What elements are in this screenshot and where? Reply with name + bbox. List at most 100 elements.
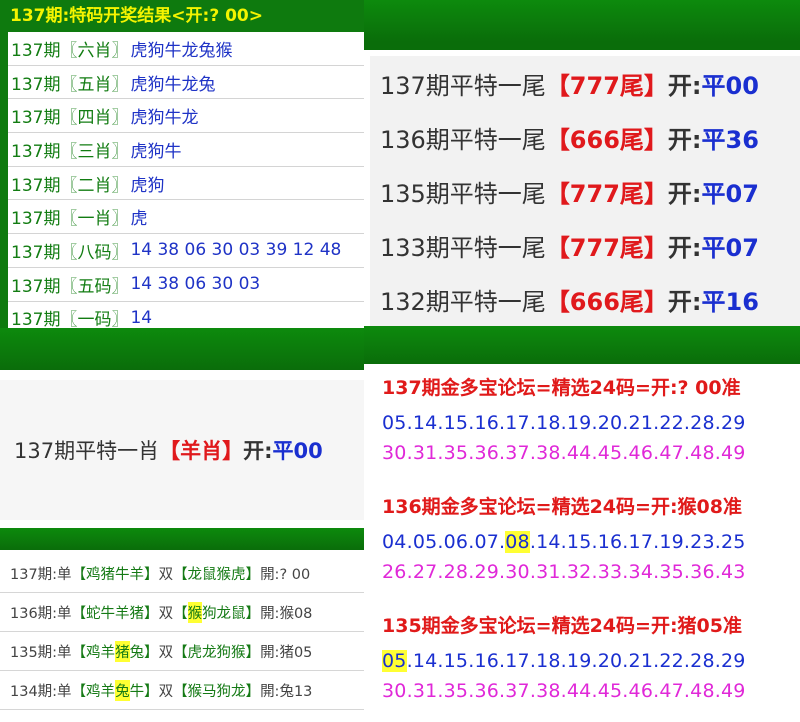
list-item: 137期〖六肖〗 虎狗牛龙兔猴 (8, 32, 364, 66)
result-label: 平16 (701, 287, 759, 316)
open-label: 开: (667, 179, 702, 208)
block-heading: 136期金多宝论坛=精选24码=开:猴08准 (382, 496, 742, 518)
double-group-highlight: 猴 (187, 601, 203, 623)
odd-even-history-list: 137期:单 【鸡猪牛羊】双【龙鼠猴虎】 開:? 00 136期:单 【蛇牛羊猪】双【… (0, 554, 364, 719)
issue-label: 137期平特一尾 (380, 71, 546, 100)
pick-label: 【666尾】 (545, 125, 668, 154)
row-prefix: 137期〖五码〗 (11, 276, 129, 297)
open-label: 开: (667, 71, 702, 100)
list-item: 137期〖八码〗 14 38 06 30 03 39 12 48 (8, 234, 364, 268)
list-item: 136期:单 【蛇牛羊猪】双【猴狗龙鼠】 開:猴08 (0, 593, 364, 632)
single-group-post: 兔】 (129, 644, 159, 661)
row-mid: 双 (158, 566, 174, 583)
list-item: 137期〖二肖〗 虎狗 (8, 166, 364, 201)
row-lead: 137期:单 (10, 566, 72, 583)
row-open: 開:猴08 (260, 605, 313, 622)
row-mid: 双 (158, 644, 174, 661)
row-mid: 双 (158, 683, 174, 700)
row-lead: 135期:单 (10, 644, 72, 661)
zodiac-prediction-panel: 137期平特一肖【羊肖】开:平00 (0, 380, 364, 520)
row-open: 開:兔13 (260, 683, 313, 700)
issue-label: 136期平特一尾 (380, 125, 546, 154)
double-group-post: 狗龙鼠】 (202, 605, 261, 622)
numbers-block: 137期金多宝论坛=精选24码=开:? 00准 05.14.15.16.17.1… (370, 368, 800, 484)
numbers-block: 136期金多宝论坛=精选24码=开:猴08准 04.05.06.07.08.14… (370, 487, 800, 603)
numbers-highlight: 08 (505, 531, 530, 553)
row-value: 14 38 06 30 03 39 12 48 (130, 240, 342, 261)
row-open: 開:猪05 (260, 644, 313, 661)
left-top-prediction-list: 137期〖六肖〗 虎狗牛龙兔猴 137期〖五肖〗 虎狗牛龙兔 137期〖四肖〗 虎狗牛… (8, 32, 364, 336)
pick-label: 【777尾】 (545, 179, 668, 208)
row-lead: 134期:单 (10, 683, 72, 700)
double-group: 【虎龙狗猴】 (173, 644, 261, 661)
single-group-pre: 【鸡羊 (71, 683, 116, 700)
row-value: 虎狗牛龙 (130, 108, 199, 129)
left-bottom-header-bar (0, 528, 364, 550)
row-prefix: 137期〖一码〗 (11, 310, 129, 331)
list-item: 137期〖一肖〗虎 (8, 200, 364, 235)
open-label: 开: (667, 233, 702, 262)
row-value: 虎狗牛 (130, 141, 182, 162)
row-value: 14 38 06 30 03 (130, 274, 261, 295)
right-middle-divider-bar (364, 326, 800, 364)
pick-label: 【777尾】 (545, 71, 668, 100)
double-group: 【龙鼠猴虎】 (173, 566, 261, 583)
open-label: 开: (667, 125, 702, 154)
list-item: 137期〖五肖〗 虎狗牛龙兔 (8, 65, 364, 100)
single-group-pre: 【鸡羊 (71, 644, 116, 661)
row-value: 14 (130, 307, 153, 328)
pick-label: 【羊肖】 (159, 439, 244, 463)
right-top-header-bar (364, 0, 800, 42)
numbers-line-2: 26.27.28.29.30.31.32.33.34.35.36.43 (382, 561, 746, 583)
single-group-highlight: 兔 (115, 679, 130, 701)
result-label: 平00 (272, 439, 323, 463)
list-item: 137期〖五码〗 14 38 06 30 03 (8, 267, 364, 302)
list-item: 137期〖四肖〗 虎狗牛龙 (8, 99, 364, 134)
row-lead: 136期:单 (10, 605, 72, 622)
single-group: 【鸡猪牛羊】 (71, 566, 159, 583)
left-middle-divider-bar (0, 328, 364, 370)
list-item: 134期:单 【鸡羊兔牛】双【猴马狗龙】 開:兔13 (0, 671, 364, 710)
pick-label: 【666尾】 (545, 287, 668, 316)
row-prefix: 137期〖六肖〗 (11, 40, 129, 61)
numbers-line-2: 30.31.35.36.37.38.44.45.46.47.48.49 (382, 442, 746, 464)
numbers-line-2: 30.31.35.36.37.38.44.45.46.47.48.49 (382, 680, 746, 702)
featured-24-numbers-panel: 137期金多宝论坛=精选24码=开:? 00准 05.14.15.16.17.1… (370, 368, 800, 719)
issue-label: 137期平特一肖 (14, 439, 160, 463)
row-value: 虎 (130, 209, 148, 230)
block-heading: 135期金多宝论坛=精选24码=开:猪05准 (382, 615, 742, 637)
row-prefix: 137期〖四肖〗 (11, 108, 129, 129)
list-item: 135期平特一尾 【777尾】 开: 平07 (370, 164, 800, 218)
numbers-line-1: 05.14.15.16.17.18.19.20.21.22.28.29 (370, 408, 800, 438)
issue-label: 133期平特一尾 (380, 233, 546, 262)
row-mid: 双 (158, 605, 174, 622)
row-prefix: 137期〖三肖〗 (11, 141, 129, 162)
numbers-part: .14.15.16.17.19.23.25 (529, 531, 746, 553)
list-item: 135期:单 【鸡羊猪兔】双【虎龙狗猴】 開:猪05 (0, 632, 364, 671)
numbers-highlight: 05 (382, 650, 407, 672)
block-heading: 137期金多宝论坛=精选24码=开:? 00准 (382, 377, 741, 399)
row-open: 開:? 00 (260, 566, 311, 583)
single-group-post: 牛】 (129, 683, 159, 700)
result-label: 平07 (701, 233, 759, 262)
single-group-highlight: 猪 (115, 640, 130, 662)
zodiac-prediction-line: 137期平特一肖【羊肖】开:平00 (0, 435, 323, 465)
right-top-header-underline (364, 42, 800, 50)
row-prefix: 137期〖八码〗 (11, 242, 129, 263)
row-value: 虎狗牛龙兔 (130, 74, 216, 95)
result-label: 平36 (701, 125, 759, 154)
row-value: 虎狗牛龙兔猴 (130, 40, 233, 61)
list-item: 132期平特一尾 【666尾】 开: 平16 (370, 272, 800, 326)
double-group: 【猴马狗龙】 (173, 683, 261, 700)
row-prefix: 137期〖五肖〗 (11, 74, 129, 95)
list-item: 137期平特一尾 【777尾】 开: 平00 (370, 56, 800, 110)
numbers-part: .14.15.16.17.18.19.20.21.22.28.29 (406, 650, 746, 672)
numbers-part: 04.05.06.07. (382, 531, 506, 553)
numbers-line-1: 05.14.15.16.17.18.19.20.21.22.28.29 (370, 646, 800, 676)
numbers-line-1: 04.05.06.07.08.14.15.16.17.19.23.25 (370, 527, 800, 557)
list-item: 136期平特一尾 【666尾】 开: 平36 (370, 110, 800, 164)
numbers-part: 05.14.15.16.17.18.19.20.21.22.28.29 (382, 412, 746, 434)
list-item: 133期平特一尾 【777尾】 开: 平07 (370, 218, 800, 272)
list-item: 137期〖三肖〗 虎狗牛 (8, 133, 364, 167)
single-group: 【蛇牛羊猪】 (71, 605, 159, 622)
